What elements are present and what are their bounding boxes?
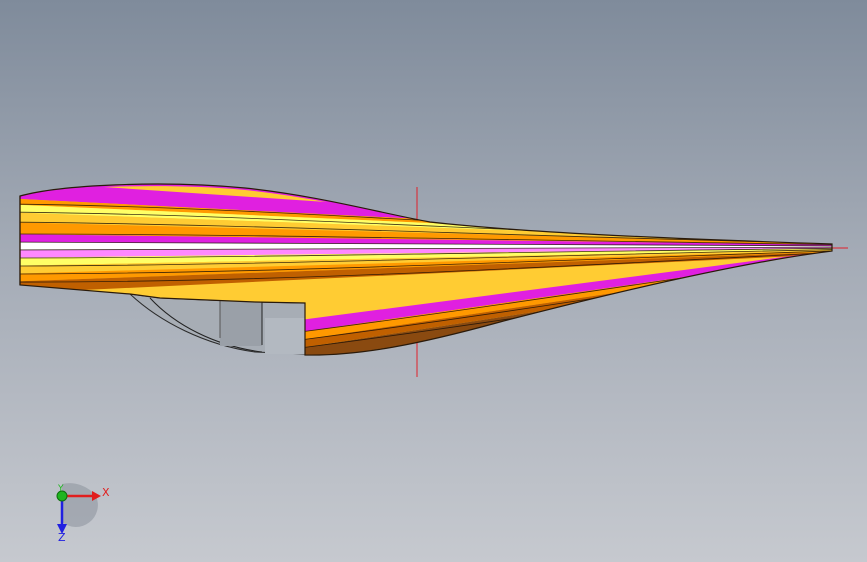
x-axis-label: X [102, 486, 110, 499]
model-view [19, 183, 848, 377]
z-axis-label: Z [58, 531, 66, 544]
graphics-viewport[interactable]: X Y Z [0, 0, 867, 562]
y-axis-label: Y [58, 484, 64, 494]
